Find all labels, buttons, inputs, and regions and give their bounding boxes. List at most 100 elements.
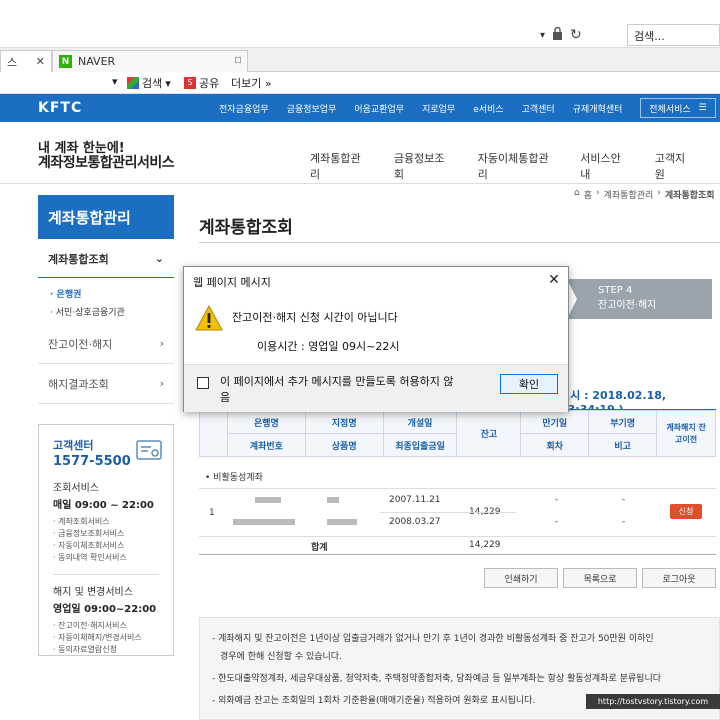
lookup-item[interactable]: · 동의내역 확인서비스 (53, 552, 159, 564)
masked-bank-name (255, 497, 281, 503)
dialog-title: 웹 페이지 메시지 (193, 276, 271, 289)
logout-button[interactable]: 로그아웃 (642, 568, 716, 588)
sidebar-sub-cooperative[interactable]: · 서민·상호금융기관 (50, 305, 125, 318)
breadcrumb-separator: › (596, 188, 600, 198)
title-divider (199, 242, 720, 243)
menu-icon: ☰ (698, 103, 707, 113)
change-title: 해지 및 변경서비스 (53, 587, 133, 598)
header-cell: 최종입출금일 (382, 433, 458, 457)
all-services-label: 전체서비스 (649, 104, 691, 115)
header-cell (199, 410, 228, 457)
header-cell: 회차 (520, 433, 590, 457)
header-cell: 만기일 (520, 410, 590, 434)
tab-naver[interactable]: N NAVER (52, 50, 248, 72)
last-transaction-date: 2008.03.27 (389, 517, 441, 527)
suppress-messages-label[interactable]: 이 페이지에서 추가 메시지를 만들도록 허용하지 않음 (220, 374, 460, 406)
change-hours: 영업일 09:00~22:00 (53, 604, 157, 615)
header-cell: 잔고 (456, 410, 522, 457)
header-divider (0, 183, 720, 184)
breadcrumb: ⌂ 홈 › 계좌통합관리 › 계좌통합조회 (574, 188, 715, 201)
toolbar-share-button[interactable]: S 공유 (184, 75, 219, 91)
main-nav-item[interactable]: 고객지원 (655, 150, 692, 182)
dialog-hours: 이용시간 : 영업일 09시~22시 (257, 340, 400, 353)
lookup-list: · 계좌조회서비스 · 금융정보조회서비스 · 자동이체조회서비스 · 동의내역… (53, 516, 159, 564)
group-label: • 비활동성계좌 (205, 473, 263, 483)
step-4-indicator: STEP 4 잔고이전·해지 (568, 279, 712, 319)
gnav-link[interactable]: 규제개혁센터 (564, 102, 632, 115)
installment-count: - (555, 517, 559, 527)
sidebar-item-account-lookup[interactable]: 계좌통합조회 ⌄ (38, 240, 174, 278)
close-icon[interactable]: ✕ (36, 55, 45, 68)
open-date: 2007.11.21 (389, 495, 441, 505)
browser-search-input[interactable]: 검색... (627, 24, 720, 46)
change-item[interactable]: · 동의자료열람신청 (53, 644, 159, 656)
sidebar-sub-bank[interactable]: · 은행권 (50, 287, 81, 300)
gnav-link[interactable]: 금융정보업무 (278, 102, 346, 115)
browser-address-row: ▾ ↻ 검색... (0, 0, 720, 48)
suppress-messages-checkbox[interactable] (197, 377, 209, 389)
dropdown-arrow-icon[interactable]: ▾ (540, 30, 545, 41)
lookup-item[interactable]: · 금융정보조회서비스 (53, 528, 159, 540)
maturity-date: - (555, 495, 559, 505)
header-cell: 비고 (588, 433, 658, 457)
apply-button[interactable]: 신청 (670, 504, 702, 519)
sidebar-title: 계좌통합관리 (38, 195, 174, 239)
row-index: 1 (209, 508, 215, 518)
breadcrumb-item[interactable]: 계좌통합관리 (604, 188, 654, 201)
sidebar-item-result[interactable]: 해지결과조회 › (38, 364, 174, 404)
masked-product-name (327, 519, 357, 525)
list-button[interactable]: 목록으로 (563, 568, 637, 588)
notice-line: 경우에 한해 신청할 수 있습니다. (220, 652, 342, 662)
toolbar-search-label: 검색 (142, 77, 163, 90)
chevron-down-icon: ▾ (165, 76, 171, 90)
print-button[interactable]: 인쇄하기 (484, 568, 558, 588)
all-services-button[interactable]: 전체서비스 ☰ (640, 98, 716, 118)
browser-toolbar: ▾ 검색 ▾ S 공유 더보기 » (0, 72, 720, 94)
change-item[interactable]: · 잔고이전·해지서비스 (53, 620, 159, 632)
total-row: 합계 14,229 (199, 536, 716, 554)
toolbar-search-button[interactable]: 검색 ▾ (127, 75, 171, 91)
main-nav-item[interactable]: 금융정보조회 (394, 150, 450, 182)
remarks: - (622, 517, 626, 527)
address-controls: ▾ ↻ (540, 25, 620, 45)
tab-previous[interactable]: 스 ✕ (0, 50, 52, 72)
breadcrumb-item[interactable]: 홈 (584, 188, 592, 201)
search-engine-icon (127, 77, 139, 89)
main-nav-item[interactable]: 계좌통합관리 (310, 150, 366, 182)
lookup-item[interactable]: · 계좌조회서비스 (53, 516, 159, 528)
header-cell: 개설일 (382, 410, 458, 434)
table-bottom-border (199, 554, 716, 555)
ok-button[interactable]: 확인 (500, 374, 558, 394)
chevron-down-icon[interactable]: ▾ (112, 75, 118, 88)
header-cell: 지점명 (304, 410, 384, 434)
main-nav-item[interactable]: 서비스안내 (580, 150, 627, 182)
gnav-link[interactable]: 어음교환업무 (345, 102, 413, 115)
lookup-hours: 매일 09:00 ~ 22:00 (53, 500, 154, 511)
gnav-link[interactable]: 전자금융업무 (210, 102, 278, 115)
help-divider (53, 574, 159, 575)
main-nav-item[interactable]: 자동이체통합관리 (478, 150, 552, 182)
notice-line: - 계좌해지 및 잔고이전은 1년이상 입출금거래가 없거나 만기 후 1년이 … (212, 634, 654, 644)
lock-icon (552, 26, 563, 43)
gnav-link[interactable]: 고객센터 (513, 102, 564, 115)
global-nav-links: 전자금융업무 금융정보업무 어음교환업무 지로업무 e서비스 고객센터 규제개혁… (210, 102, 631, 115)
kftc-logo[interactable]: KFTC (38, 100, 82, 116)
share-icon: S (184, 77, 196, 89)
toolbar-more-button[interactable]: 더보기 » (231, 75, 272, 91)
lookup-item[interactable]: · 자동이체조회서비스 (53, 540, 159, 552)
chevron-right-icon: › (159, 377, 164, 390)
customer-center-box: 고객센터 1577-5500 조회서비스 매일 09:00 ~ 22:00 · … (38, 424, 174, 656)
web-page-message-dialog: 웹 페이지 메시지 ✕ 잔고이전·해지 신청 시간이 아닙니다 이용시간 : 영… (183, 266, 569, 412)
table-header-row: 은행명 지점명 개설일 잔고 만기일 부기명 계좌해지 잔고이전 (199, 410, 716, 457)
change-item[interactable]: · 자동이체해지/변경서비스 (53, 632, 159, 644)
brand-service-name[interactable]: 계좌정보통합관리서비스 (38, 152, 175, 172)
refresh-icon[interactable]: ↻ (570, 27, 582, 43)
sidebar-item-transfer[interactable]: 잔고이전·해지 › (38, 324, 174, 364)
header-cell: 은행명 (226, 410, 306, 434)
step-label: 잔고이전·해지 (598, 300, 657, 311)
gnav-link[interactable]: 지로업무 (413, 102, 464, 115)
header-cell: 계좌번호 (226, 433, 306, 457)
new-tab-icon[interactable]: ▫ (234, 52, 252, 70)
close-icon[interactable]: ✕ (544, 270, 564, 290)
gnav-link[interactable]: e서비스 (464, 102, 512, 115)
